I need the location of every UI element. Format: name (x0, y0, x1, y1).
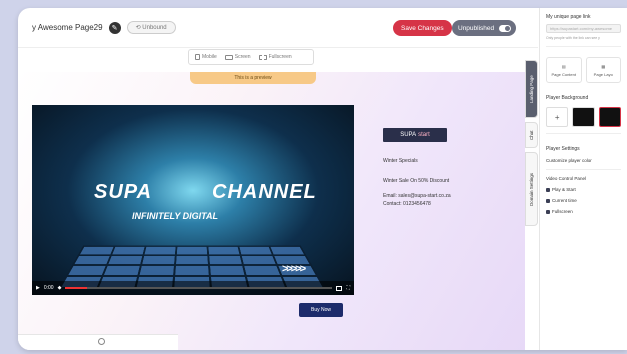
tab-domain-settings[interactable]: Domain Settings (525, 152, 538, 226)
device-mobile[interactable]: Mobile (195, 54, 217, 60)
option-fullscreen[interactable]: Fullscreen (546, 209, 621, 214)
checkbox-icon (546, 209, 550, 214)
unpublished-toggle[interactable]: Unpublished (452, 20, 516, 36)
unbound-badge[interactable]: ⟲ Unbound (126, 21, 176, 34)
option-current-time[interactable]: Current time (546, 198, 621, 203)
progress-bar[interactable] (65, 287, 333, 289)
video-time: 0:00 (43, 285, 54, 291)
info-line-1: Winter Specials (383, 158, 418, 164)
unbound-label: Unbound (142, 25, 167, 31)
customise-player-color[interactable]: Customize player color (546, 158, 621, 163)
video-tagline: INFINITELY DIGITAL (132, 211, 218, 221)
tab-chat[interactable]: Chat (525, 122, 538, 148)
add-background-button[interactable]: + (546, 107, 569, 127)
background-options: + (546, 107, 621, 127)
content-cards: ▤ Page Content ▦ Page Layo (546, 57, 621, 83)
monitor-icon (224, 54, 233, 60)
progress-fill (65, 287, 87, 289)
bottom-strip (18, 334, 178, 350)
app-window: y Awesome Page29 ✎ ⟲ Unbound Save Change… (18, 8, 627, 350)
url-hint: Only people with the link can see y (546, 36, 600, 40)
info-line-2: Winter Sale On 50% Discount (383, 178, 450, 184)
tab-landing-page[interactable]: Landing Page (525, 60, 538, 118)
url-label: My unique page link (546, 14, 591, 20)
video-player[interactable]: SUPA CHANNEL INFINITELY DIGITAL >>>>> ▶ … (32, 105, 354, 295)
arrows-graphic: >>>>> (282, 263, 306, 275)
buy-now-button[interactable]: Buy Now (299, 303, 343, 317)
device-screen[interactable]: Screen (224, 54, 251, 60)
save-changes-button[interactable]: Save Changes (393, 20, 452, 36)
preview-area: This is a preview SUPA CHANNEL INFINITEL… (18, 72, 525, 350)
divider (546, 46, 621, 47)
video-controls: ▶ 0:00 ◆ ⛶ (32, 281, 354, 295)
captions-icon[interactable] (336, 285, 343, 291)
device-fullscreen[interactable]: Fullscreen (258, 54, 292, 60)
video-brand-left: SUPA (94, 181, 153, 203)
page-title: y Awesome Page29 (32, 23, 103, 32)
option-play-start[interactable]: Play & Start (546, 187, 621, 192)
fullscreen-icon[interactable]: ⛶ (346, 285, 350, 291)
logo-accent: start (418, 132, 430, 138)
info-line-4: Contact: 0123456478 (383, 201, 431, 207)
preview-banner: This is a preview (190, 72, 316, 84)
toggle-icon (499, 24, 512, 32)
video-brand-right: CHANNEL (212, 181, 317, 203)
edit-icon[interactable]: ✎ (108, 21, 121, 34)
brand-logo: SUPA start (383, 128, 447, 142)
player-background-label: Player Background (546, 95, 589, 101)
side-tabs: Landing Page Chat Domain Settings (525, 48, 539, 350)
page-url-input[interactable]: https://supastart.com/my-awesome (546, 24, 621, 33)
info-icon[interactable] (98, 338, 105, 345)
mobile-icon (195, 54, 200, 60)
background-thumb-1[interactable] (572, 107, 595, 127)
background-thumb-2[interactable] (598, 107, 621, 127)
divider (546, 169, 621, 170)
layout-icon: ▦ (601, 63, 606, 69)
unpublished-label: Unpublished (458, 24, 495, 32)
document-icon: ▤ (561, 63, 566, 69)
checkbox-icon (546, 198, 550, 203)
page-content-card[interactable]: ▤ Page Content (546, 57, 582, 83)
video-control-panel-label: Video Control Panel (546, 176, 586, 181)
volume-icon[interactable]: ◆ (58, 285, 62, 291)
page-layout-card[interactable]: ▦ Page Layo (585, 57, 621, 83)
player-settings-label: Player Settings (546, 146, 580, 152)
play-icon[interactable]: ▶ (36, 285, 40, 291)
checkbox-icon (546, 187, 550, 192)
fullscreen-icon (258, 54, 267, 60)
divider (546, 133, 621, 134)
settings-panel: My unique page link https://supastart.co… (539, 8, 627, 350)
info-line-3: Email: sales@supa-start.co.za (383, 193, 451, 199)
device-switcher: Mobile Screen Fullscreen (188, 49, 314, 65)
logo-text: SUPA (400, 132, 417, 138)
